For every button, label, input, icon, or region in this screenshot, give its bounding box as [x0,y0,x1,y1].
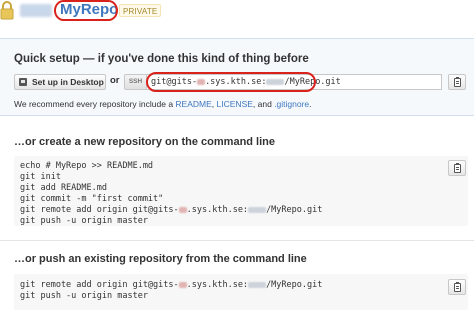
code-line: echo # MyRepo >> README.md [20,161,154,171]
setup-in-desktop-button[interactable]: Set up in Desktop [14,74,106,90]
recommend-text: We recommend every repository include a … [14,99,312,109]
push-existing-repo-code: git remote add origin git@gits- .sys.kth.… [14,274,468,310]
code-line: git remote add origin git@gits- .sys.kth.… [20,205,323,215]
section-divider [0,240,474,241]
lock-icon [0,1,14,20]
code-line: git push -u origin master [20,216,148,226]
clipboard-icon [454,282,461,292]
private-badge: PRIVATE [119,4,162,17]
quick-setup-title: Quick setup — if you've done this kind o… [14,53,309,65]
copy-push-commands-button[interactable] [448,279,466,295]
redacted-username [248,281,267,288]
gitignore-link[interactable]: .gitignore [274,99,309,109]
push-existing-repo-title: …or push an existing repository from the… [14,253,307,265]
redacted-host-number [178,206,187,213]
repo-header: MyRepo PRIVATE [0,0,474,38]
create-new-repo-title: …or create a new repository on the comma… [14,136,276,148]
code-line: git add README.md [20,183,107,193]
quick-setup-panel: Quick setup — if you've done this kind o… [0,38,474,116]
setup-in-desktop-label: Set up in Desktop [32,77,104,87]
annotation-ring-clone-url [146,72,316,92]
redacted-owner-name[interactable] [20,4,52,17]
license-link[interactable]: LICENSE [217,99,253,109]
create-new-repo-code: echo # MyRepo >> README.md git init git … [14,156,468,226]
ssh-protocol-button[interactable]: SSH [124,74,146,90]
clipboard-icon [454,163,461,173]
copy-clone-url-button[interactable] [448,74,466,90]
code-line: git remote add origin git@gits- .sys.kth.… [20,280,323,290]
code-line: git init [20,172,61,182]
readme-link[interactable]: README [175,99,211,109]
redacted-host-number [178,281,187,288]
clipboard-icon [454,77,461,87]
desktop-icon [19,78,27,86]
code-line: git push -u origin master [20,291,148,301]
copy-create-commands-button[interactable] [448,160,466,176]
code-line: git commit -m "first commit" [20,194,164,204]
annotation-ring-repo-name [54,0,118,21]
or-separator: or [110,75,120,86]
redacted-username [248,206,267,213]
